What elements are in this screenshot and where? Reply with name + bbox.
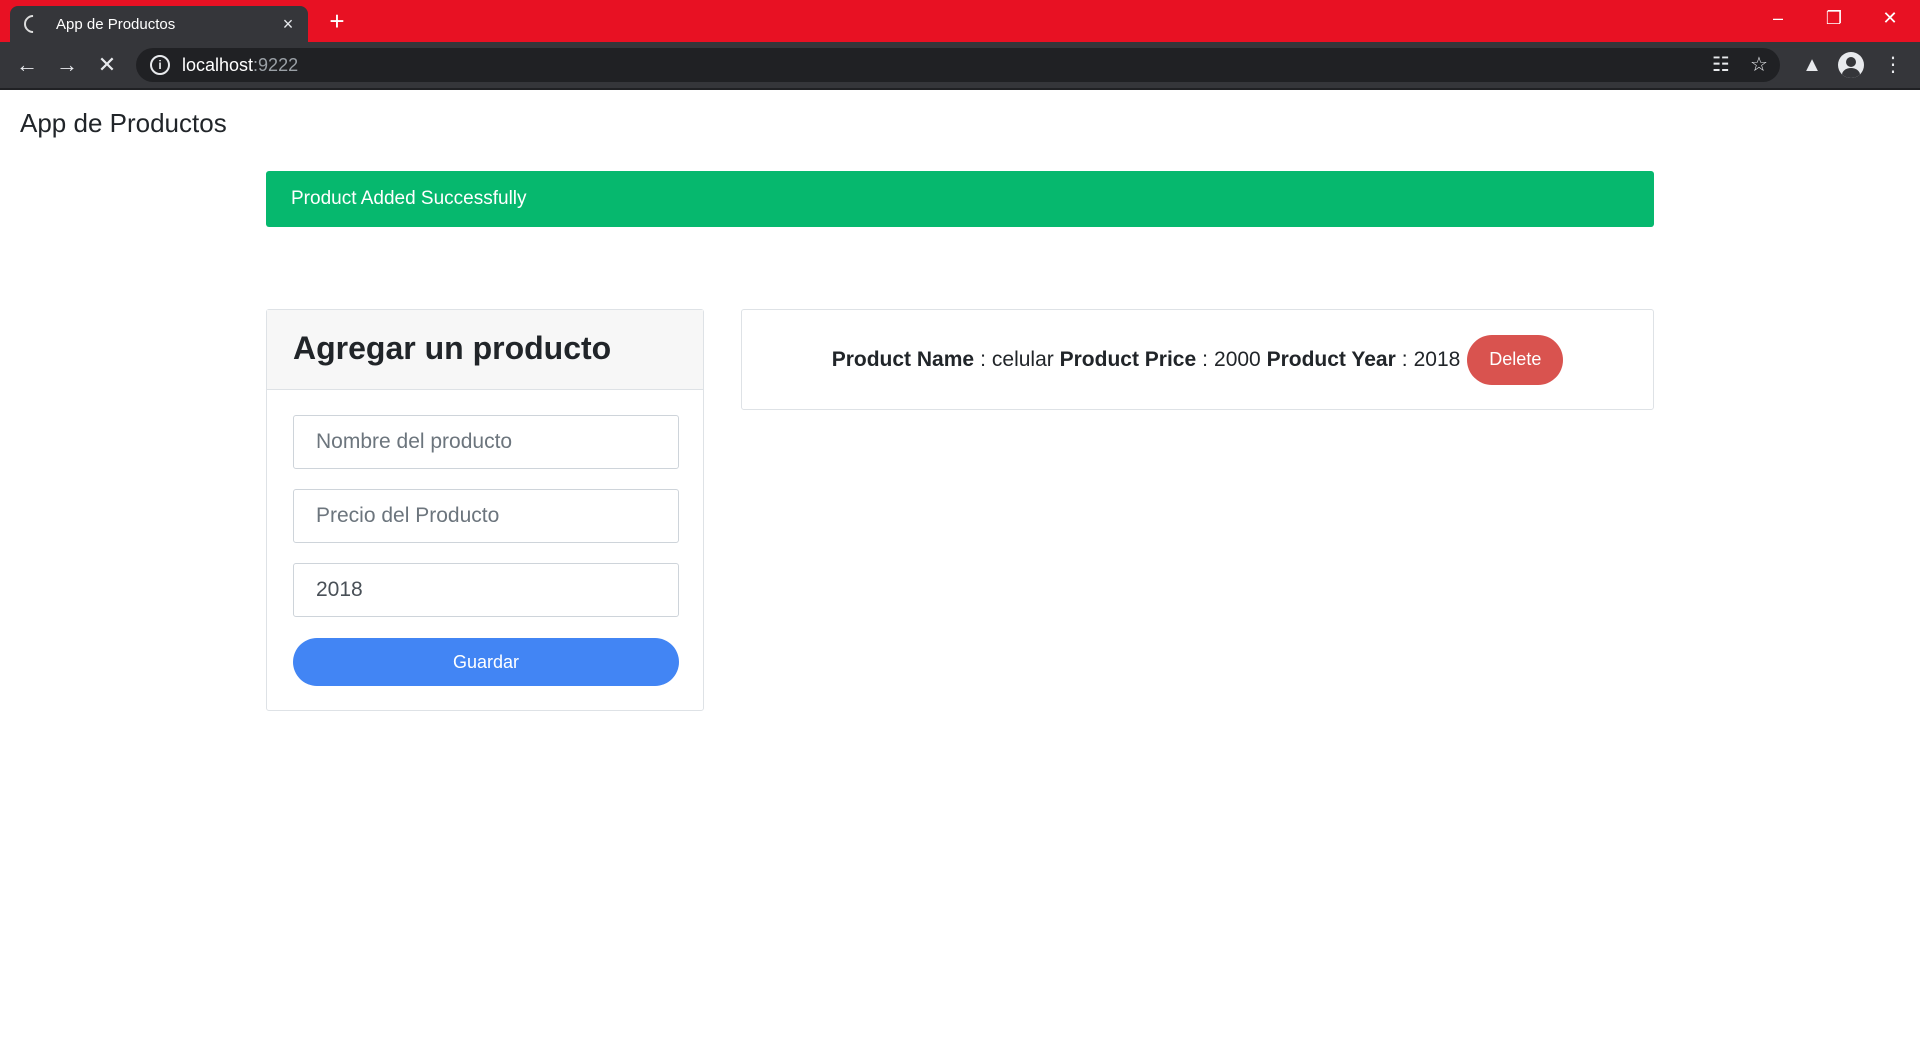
url-host: localhost xyxy=(182,54,254,75)
product-name-label: Product Name xyxy=(831,347,975,371)
add-product-title: Agregar un producto xyxy=(267,310,703,390)
browser-toolbar: ← → ✕ i localhost:9222 ☷ ☆ ▲ ⋮ xyxy=(0,42,1920,90)
product-name-value: celular xyxy=(991,347,1054,371)
close-tab-icon[interactable]: × xyxy=(276,14,300,35)
product-year-value: 2018 xyxy=(1413,347,1461,371)
separator: : xyxy=(1202,347,1209,371)
forward-icon[interactable]: → xyxy=(52,50,82,80)
browser-titlebar: App de Productos × + – ❐ ✕ xyxy=(0,0,1920,42)
minimize-icon[interactable]: – xyxy=(1750,0,1806,42)
profile-avatar-icon[interactable] xyxy=(1838,52,1864,78)
product-item: Product Name : celular Product Price : 2… xyxy=(741,309,1654,410)
save-button[interactable]: Guardar xyxy=(293,638,679,686)
new-tab-button[interactable]: + xyxy=(322,6,352,36)
success-alert: Product Added Successfully xyxy=(266,171,1654,227)
product-year-label: Product Year xyxy=(1266,347,1396,371)
navbar-brand[interactable]: App de Productos xyxy=(20,108,227,139)
add-product-card: Agregar un producto Guardar xyxy=(266,309,704,711)
separator: : xyxy=(1401,347,1408,371)
star-icon[interactable]: ☆ xyxy=(1750,52,1768,78)
close-window-icon[interactable]: ✕ xyxy=(1862,0,1918,42)
avatar-head xyxy=(1846,57,1856,67)
translate-icon[interactable]: ☷ xyxy=(1712,52,1730,78)
product-price-input[interactable] xyxy=(293,489,679,543)
loading-spinner-icon xyxy=(20,11,46,37)
back-icon[interactable]: ← xyxy=(12,50,42,80)
product-year-input[interactable] xyxy=(293,563,679,617)
product-name-input[interactable] xyxy=(293,415,679,469)
url-port: :9222 xyxy=(253,54,299,75)
separator: : xyxy=(980,347,986,371)
labs-flask-icon[interactable]: ▲ xyxy=(1797,50,1827,80)
site-info-icon[interactable]: i xyxy=(150,55,170,75)
page: App de Productos Product Added Successfu… xyxy=(0,90,1920,1040)
stop-loading-icon[interactable]: ✕ xyxy=(92,50,122,80)
browser-tab[interactable]: App de Productos × xyxy=(10,6,308,42)
address-bar[interactable]: i localhost:9222 ☷ ☆ xyxy=(136,48,1780,82)
product-price-value: 2000 xyxy=(1214,347,1261,371)
delete-button[interactable]: Delete xyxy=(1467,334,1564,385)
avatar-body xyxy=(1842,68,1860,78)
menu-kebab-icon[interactable]: ⋮ xyxy=(1878,50,1908,80)
restore-icon[interactable]: ❐ xyxy=(1806,0,1862,42)
product-price-label: Product Price xyxy=(1059,347,1197,371)
tab-title: App de Productos xyxy=(56,15,176,33)
